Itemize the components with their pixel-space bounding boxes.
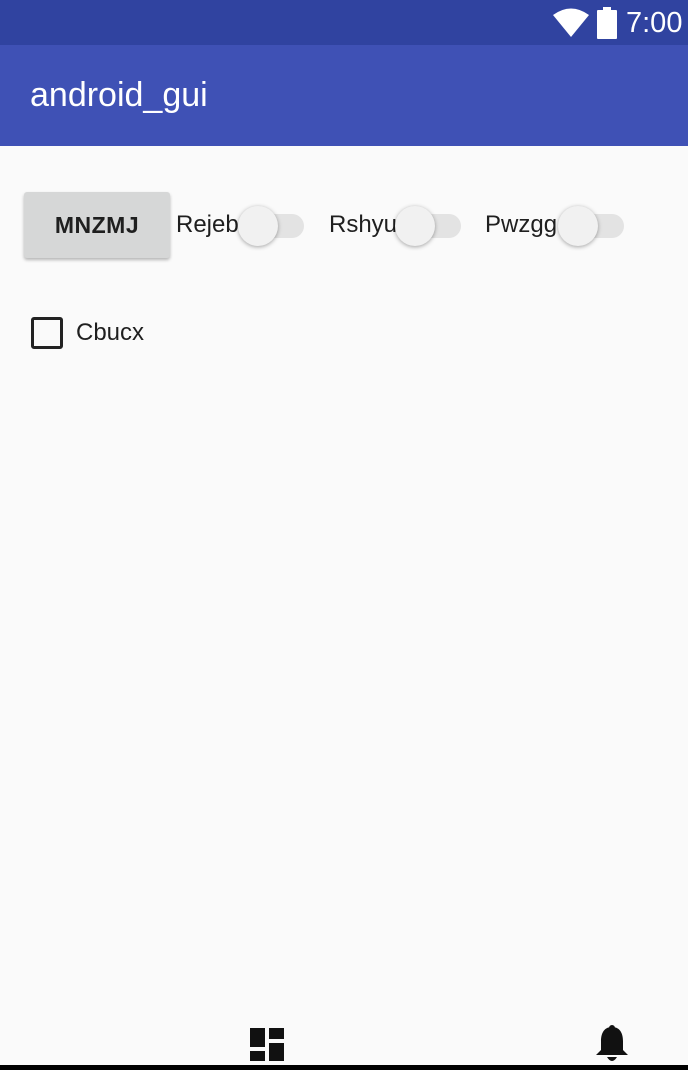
switch-pwzgg[interactable]: Pwzgg: [485, 204, 627, 246]
checkbox-label: Cbucx: [76, 319, 145, 346]
app-bar: android_gui: [0, 45, 688, 146]
switch-thumb[interactable]: [238, 206, 278, 246]
switch-thumb[interactable]: [395, 206, 435, 246]
checkbox-box[interactable]: [31, 317, 63, 349]
app-title: android_gui: [30, 76, 208, 114]
battery-icon: [597, 7, 617, 39]
status-time: 7:00: [626, 7, 683, 39]
switch-label-rejeb: Rejeb: [176, 211, 239, 238]
bottom-edge: [0, 1065, 688, 1070]
status-bar: 7:00: [0, 0, 688, 45]
switch-rshyu[interactable]: Rshyu: [329, 204, 463, 246]
dashboard-icon[interactable]: [250, 1028, 284, 1061]
switch-thumb[interactable]: [558, 206, 598, 246]
notifications-icon[interactable]: [595, 1025, 629, 1063]
mnzmj-button[interactable]: MNZMJ: [24, 192, 170, 258]
switch-label-pwzgg: Pwzgg: [485, 211, 558, 238]
switch-label-rshyu: Rshyu: [329, 211, 398, 238]
wifi-icon: [553, 8, 589, 37]
switch-rejeb[interactable]: Rejeb: [176, 204, 306, 246]
